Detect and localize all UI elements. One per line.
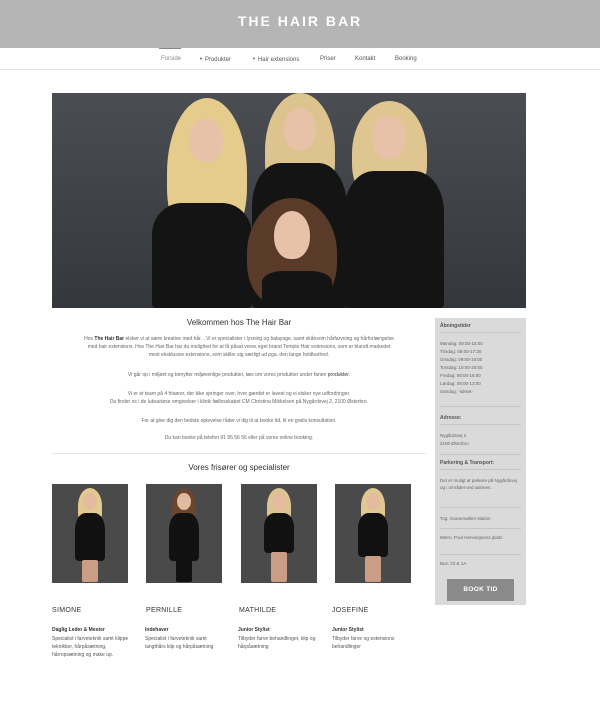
- sidebar-divider: [440, 469, 521, 470]
- staff-photo-josefine: [335, 484, 411, 583]
- nav-item-priser[interactable]: Priser: [320, 56, 336, 62]
- staff-desc-pernille: Specialist i farveteknik samt langthårs …: [145, 636, 214, 650]
- main-nav: Forside ▼ Produkter ▼ Hair extensions Pris…: [0, 48, 600, 70]
- staff-role-simone: Daglig Leder & Mester: [52, 627, 105, 633]
- sidebar-divider: [440, 507, 521, 508]
- team-paragraph: Vi er et team på 4 frisører, der ikke sp…: [52, 390, 426, 406]
- staff-name-josefine: JOSEFINE: [332, 607, 369, 614]
- hours-saturday: Lørdag: 09:00-13:00: [440, 381, 481, 386]
- staff-photo-pernille: [146, 484, 222, 583]
- environment-text: Vi går op i miljøet og benytter miljøven…: [128, 372, 328, 378]
- brand-logo[interactable]: THE HAIR BAR: [0, 13, 600, 29]
- sidebar-divider: [440, 424, 521, 425]
- nav-item-hair-extensions-label: Hair extensions: [257, 57, 300, 63]
- address-heading: Adresse:: [440, 415, 462, 421]
- nav-item-kontakt[interactable]: Kontakt: [355, 56, 375, 62]
- staff-role-pernille: Indehaver: [145, 627, 169, 633]
- staff-name-simone: SIMONE: [52, 607, 82, 614]
- staff-name-pernille: PERNILLE: [146, 607, 183, 614]
- parking-info: Det er muligt at parkere på Nygårdsvej o…: [440, 478, 518, 490]
- intro-paragraph: Hos The Hair Bar elsker vi at være kreat…: [52, 335, 426, 359]
- train-info: Tog: Svanemøllen station: [440, 516, 491, 521]
- produkter-link[interactable]: produkter: [328, 372, 349, 378]
- intro-brand: The Hair Bar: [94, 336, 125, 342]
- hours-tuesday: Tirsdag: 09:00-17:30: [440, 349, 482, 354]
- nav-item-booking[interactable]: Booking: [395, 56, 417, 62]
- metro-info: Metro: Poul Henningsens plads: [440, 535, 503, 540]
- sidebar-divider: [440, 332, 521, 333]
- hero-team-photo: [52, 93, 526, 308]
- nav-item-produkter-label: Produkter: [204, 57, 231, 63]
- intro-text: Hos: [84, 336, 95, 342]
- nav-item-forside[interactable]: Forside: [161, 56, 181, 62]
- hours-monday: Mandag: 09:00-15:00: [440, 341, 483, 346]
- team-text: Vi er et team på 4 frisører, der ikke sp…: [127, 391, 351, 397]
- booking-paragraph: Du kan booke på telefon 91 95 56 56 elle…: [164, 435, 314, 441]
- nav-item-produkter[interactable]: ▼ Produkter: [199, 56, 231, 63]
- staff-desc-josefine: Tilbyder farve og extensions behandlinge…: [332, 636, 395, 650]
- environment-text: .: [348, 372, 350, 378]
- staff-desc-simone: Specialist i farveteknik samt klippe tek…: [52, 636, 129, 658]
- staff-photo-simone: [52, 484, 128, 583]
- sidebar-divider: [440, 454, 521, 455]
- section-divider: [52, 453, 426, 454]
- staff-photo-mathilde: [241, 484, 317, 583]
- nav-active-indicator: [159, 48, 181, 49]
- book-tid-button[interactable]: BOOK TID: [447, 579, 514, 601]
- caret-down-icon: ▼: [199, 56, 203, 61]
- staff-role-josefine: Junior Stylist: [332, 627, 364, 633]
- opening-hours-heading: Åbningstider: [440, 323, 471, 329]
- nav-item-hair-extensions[interactable]: ▼ Hair extensions: [252, 56, 299, 63]
- staff-name-mathilde: MATHILDE: [239, 607, 277, 614]
- hours-wednesday: Onsdag: 09:00-19:00: [440, 357, 483, 362]
- site-header: THE HAIR BAR: [0, 0, 600, 48]
- team-text: Du finder os i de luksuriøse omgivelser …: [109, 399, 369, 405]
- info-sidebar: Åbningstider Mandag: 09:00-15:00 Tirsdag…: [435, 318, 526, 605]
- hours-thursday: Torsdag: 10:00-20:00: [440, 365, 483, 370]
- intro-text: mest eksklusive extensions, som skiller …: [148, 352, 330, 358]
- consultation-paragraph: For at give dig den bedste oplevelse råd…: [141, 418, 337, 424]
- address-street: Nygårdsvej 2: [440, 433, 467, 438]
- bus-info: Bus: 23 & 1A: [440, 561, 467, 566]
- sidebar-divider: [440, 406, 521, 407]
- staff-role-mathilde: Junior Stylist: [238, 627, 270, 633]
- welcome-title: Velkommen hos The Hair Bar: [186, 318, 292, 327]
- intro-text: med hair extensions. Hos The Hair Bar ha…: [87, 344, 391, 350]
- hours-sunday: Søndag: -lukket-: [440, 389, 474, 394]
- address-city: 2100 Østerbro: [440, 441, 469, 446]
- transport-heading: Parkering & Transport:: [440, 460, 495, 466]
- staff-section-title: Vores frisører og specialister: [188, 463, 290, 472]
- environment-paragraph: Vi går op i miljøet og benytter miljøven…: [52, 371, 426, 379]
- sidebar-divider: [440, 554, 521, 555]
- intro-text: elsker vi at være kreative med hår. . Vi…: [124, 336, 394, 342]
- hours-friday: Fredag: 08:00-16:00: [440, 373, 481, 378]
- staff-desc-mathilde: Tilbyder farve behandlinger, klip og hår…: [238, 636, 316, 650]
- sidebar-divider: [440, 528, 521, 529]
- caret-down-icon: ▼: [252, 56, 256, 61]
